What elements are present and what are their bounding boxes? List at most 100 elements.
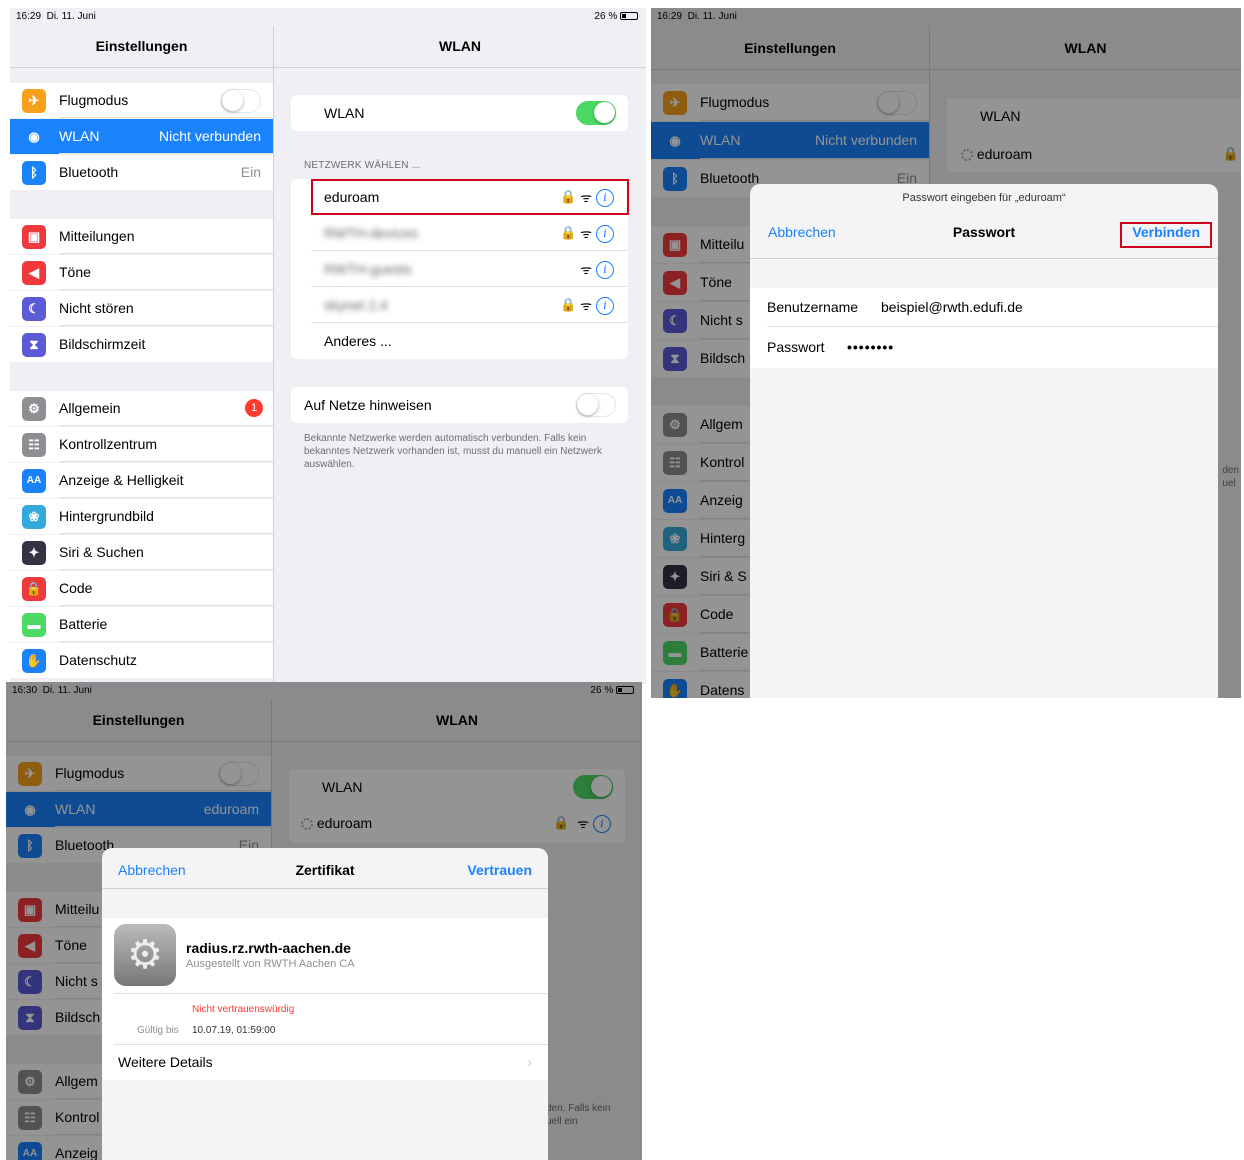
- lock-icon: 🔒: [22, 576, 46, 601]
- wifi-icon: ◉: [28, 128, 40, 144]
- network-status-icons: 🔒 ᯤ i: [560, 287, 614, 324]
- valid-label: Gültig bis: [137, 1025, 179, 1036]
- ask-networks-label: Auf Netze hinweisen: [304, 397, 432, 413]
- info-icon[interactable]: i: [596, 188, 614, 207]
- password-label: Passwort: [767, 339, 825, 355]
- certificate-host: radius.rz.rwth-aachen.de: [186, 940, 351, 956]
- sidebar-item-bildschirmzeit[interactable]: ⧗ Bildschirmzeit: [10, 327, 273, 362]
- password-field[interactable]: ••••••••: [847, 328, 894, 367]
- ask-networks-footer: Bekannte Netzwerke werden automatisch ve…: [304, 433, 602, 470]
- sidebar-item-label: Flugmodus: [59, 92, 129, 108]
- network-status-icons: 🔒 ᯤ i: [560, 179, 614, 216]
- network-row[interactable]: skynet 2.4 🔒 ᯤ i: [291, 287, 628, 323]
- sidebar-item-hintergrundbild[interactable]: ❀ Hintergrundbild: [10, 499, 273, 534]
- ask-networks-toggle[interactable]: [576, 393, 616, 417]
- network-row[interactable]: eduroam 🔒 ᯤ i: [291, 179, 628, 215]
- screenshot-network-list: 16:29 Di. 11. Juni 26 % Einstellungen ✈ F…: [10, 8, 646, 684]
- dialog-navbar: Abbrechen Passwort Verbinden: [750, 224, 1218, 248]
- sidebar-item-label: Anzeige & Helligkeit: [59, 472, 184, 488]
- credentials-form: Benutzername beispiel@rwth.edufi.de Pass…: [750, 288, 1218, 368]
- sidebar-item-label: Datenschutz: [59, 652, 137, 668]
- wlan-toggle-card: WLAN: [291, 95, 628, 131]
- bluetooth-icon: ᛒ: [22, 160, 46, 185]
- network-status-icons: ᯤi: [576, 251, 614, 288]
- password-dialog: Passwort eingeben für „eduroam“ Abbreche…: [750, 184, 1218, 698]
- sidebar-item-anzeige-helligkeit[interactable]: AA Anzeige & Helligkeit: [10, 463, 273, 498]
- sidebar-item-datenschutz[interactable]: ✋ Datenschutz: [10, 643, 273, 678]
- sidebar-item-nicht-stören[interactable]: ☾ Nicht stören: [10, 291, 273, 326]
- info-icon[interactable]: i: [596, 260, 614, 279]
- network-status-icons: 🔒 ᯤ i: [560, 215, 614, 252]
- ask-networks-row[interactable]: Auf Netze hinweisen: [291, 387, 628, 423]
- sidebar-item-bluetooth[interactable]: ᛒ Bluetooth Ein: [10, 155, 273, 190]
- sidebar-item-batterie[interactable]: ▬ Batterie: [10, 607, 273, 642]
- info-icon[interactable]: i: [596, 224, 614, 243]
- trust-button[interactable]: Vertrauen: [467, 862, 532, 878]
- ask-networks-card: Auf Netze hinweisen: [291, 387, 628, 423]
- siri-icon: ✦: [22, 540, 46, 565]
- sidebar-item-allgemein[interactable]: ⚙ Allgemein 1: [10, 391, 273, 426]
- screenshot-certificate-dialog: 16:30 Di. 11. Juni 26 % Einstellungen ✈ F…: [6, 682, 642, 1160]
- trust-warning: Nicht vertrauenswürdig: [192, 1004, 295, 1015]
- battery-icon: ▬: [22, 612, 46, 637]
- lock-icon: 🔒: [559, 297, 577, 312]
- screenshot-password-dialog: 16:29 Di. 11. Juni Einstellungen ✈ Flugmo…: [651, 8, 1241, 698]
- wifi-icon: ᯤ: [580, 225, 592, 241]
- airplane-mode-toggle[interactable]: [221, 88, 261, 113]
- lock-icon: 🔒: [559, 225, 577, 240]
- network-name: eduroam: [324, 189, 380, 205]
- battery-indicator: 26 %: [594, 8, 638, 26]
- airplane-icon: ✈: [22, 88, 46, 113]
- sidebar-item-code[interactable]: 🔒 Code: [10, 571, 273, 606]
- network-row[interactable]: RWTH-devices 🔒 ᯤ i: [291, 215, 628, 251]
- settings-sidebar: Einstellungen ✈ Flugmodus ◉ WLAN Nicht verbu…: [10, 26, 274, 684]
- sidebar-item-label: Batterie: [59, 616, 108, 632]
- status-bar: 16:29 Di. 11. Juni 26 %: [10, 8, 646, 26]
- sidebar-item-wlan[interactable]: ◉ WLAN Nicht verbunden: [10, 119, 273, 154]
- sidebar-item-label: Bildschirmzeit: [59, 336, 146, 352]
- lock-icon: 🔒: [559, 189, 577, 204]
- certificate-card: ⚙ radius.rz.rwth-aachen.de Ausgestellt v…: [102, 918, 548, 1080]
- connect-button[interactable]: Verbinden: [1132, 224, 1200, 240]
- sidebar-item-kontrollzentrum[interactable]: ☷ Kontrollzentrum: [10, 427, 273, 462]
- battery-icon: [620, 12, 638, 20]
- section-header: NETZWERK WÄHLEN ...: [304, 160, 421, 171]
- sidebar-item-töne[interactable]: ◀ Töne: [10, 255, 273, 290]
- other-network-row[interactable]: Anderes ...: [291, 323, 628, 359]
- network-row[interactable]: RWTH-guests ᯤ i: [291, 251, 628, 287]
- sidebar-item-label: Nicht stören: [59, 300, 134, 316]
- notification-badge: 1: [245, 399, 263, 417]
- chevron-right-icon: ›: [527, 1054, 532, 1070]
- dialog-prompt: Passwort eingeben für „eduroam“: [902, 192, 1066, 204]
- certificate-icon: ⚙: [114, 924, 176, 986]
- detail-title: WLAN: [439, 38, 481, 54]
- more-details-row[interactable]: Weitere Details ›: [102, 1045, 548, 1080]
- notifications-icon: ▣: [22, 224, 46, 249]
- wlan-toggle[interactable]: [576, 101, 616, 125]
- sidebar-item-flugmodus[interactable]: ✈ Flugmodus: [10, 83, 273, 118]
- sidebar-item-label: Bluetooth: [59, 164, 119, 180]
- info-icon[interactable]: i: [596, 296, 614, 315]
- network-name: RWTH-devices: [324, 225, 418, 241]
- username-row[interactable]: Benutzername beispiel@rwth.edufi.de: [767, 288, 1218, 327]
- sidebar-item-label: Töne: [59, 264, 91, 280]
- username-field[interactable]: beispiel@rwth.edufi.de: [881, 288, 1023, 327]
- wifi-icon: ᯤ: [580, 261, 592, 277]
- sidebar-item-value: Ein: [240, 164, 261, 180]
- sidebar-item-siri-suchen[interactable]: ✦ Siri & Suchen: [10, 535, 273, 570]
- other-network-label: Anderes ...: [324, 333, 392, 349]
- dialog-navbar: Abbrechen Zertifikat Vertrauen: [102, 862, 548, 886]
- wifi-icon: ᯤ: [580, 297, 592, 313]
- sidebar-item-label: Siri & Suchen: [59, 544, 144, 560]
- sidebar-item-label: Mitteilungen: [59, 228, 135, 244]
- hourglass-icon: ⧗: [22, 332, 46, 357]
- sidebar-item-label: WLAN: [59, 128, 100, 144]
- wlan-toggle-row[interactable]: WLAN: [291, 95, 628, 131]
- hand-icon: ✋: [22, 648, 46, 673]
- sidebar-item-mitteilungen[interactable]: ▣ Mitteilungen: [10, 219, 273, 254]
- sidebar-item-label: Code: [59, 580, 93, 596]
- password-row[interactable]: Passwort ••••••••: [767, 328, 1218, 367]
- sidebar-title: Einstellungen: [95, 38, 188, 54]
- wifi-icon: ᯤ: [580, 189, 592, 205]
- valid-value: 10.07.19, 01:59:00: [192, 1025, 276, 1036]
